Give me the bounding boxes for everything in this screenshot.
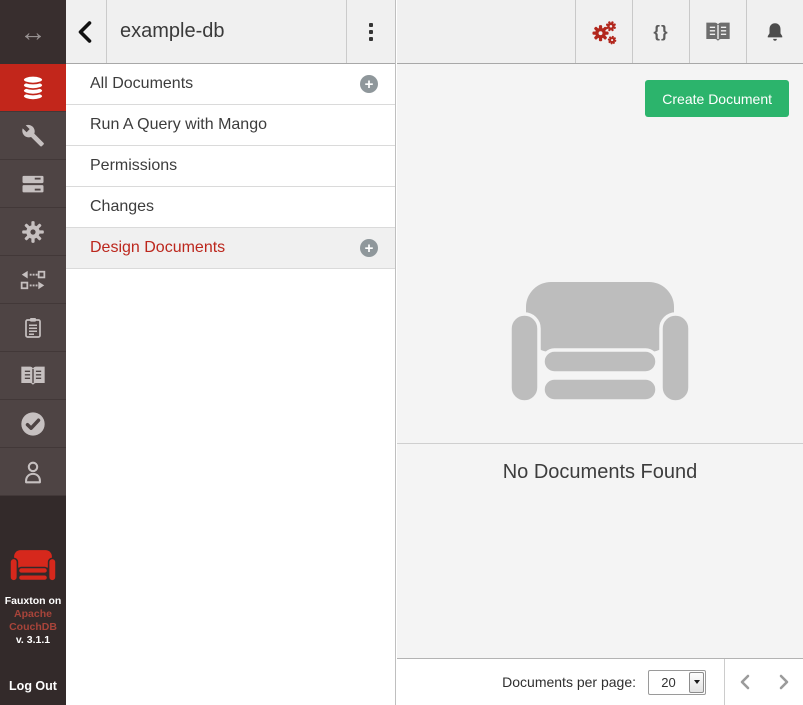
database-options-button[interactable]: [347, 0, 395, 63]
plus-icon: +: [365, 241, 374, 256]
kebab-menu-icon: [369, 37, 373, 41]
docs-book-icon: [704, 20, 732, 44]
nav-item-label: Run A Query with Mango: [90, 116, 267, 134]
nav-item-permissions[interactable]: Permissions: [66, 146, 395, 187]
next-page-button[interactable]: [764, 659, 803, 705]
create-document-button[interactable]: Create Document: [645, 80, 789, 117]
sidebar-item-account[interactable]: [0, 448, 66, 496]
wrench-icon: [20, 123, 46, 149]
per-page-select[interactable]: 20: [648, 670, 706, 695]
chevron-left-icon: [75, 20, 97, 44]
main-panel: {} Create Document: [397, 0, 803, 705]
brand-version: v. 3.1.1: [16, 634, 50, 647]
json-braces-icon: {}: [653, 22, 668, 42]
replication-icon: [20, 268, 46, 292]
couch-icon: [510, 282, 690, 402]
primary-sidebar: ↔: [0, 0, 66, 705]
per-page-value: 20: [649, 671, 688, 694]
nav-item-label: Design Documents: [90, 239, 225, 257]
sidebar-item-configuration[interactable]: [0, 208, 66, 256]
nav-item-label: All Documents: [90, 75, 193, 93]
cluster-settings-button[interactable]: [575, 0, 632, 63]
plus-icon: +: [365, 77, 374, 92]
main-header: {}: [397, 0, 803, 64]
nav-item-mango-query[interactable]: Run A Query with Mango: [66, 105, 395, 146]
database-icon: [19, 74, 47, 102]
pagination-footer: Documents per page: 20: [397, 658, 803, 705]
brand-apache: Apache: [14, 608, 52, 621]
nav-item-changes[interactable]: Changes: [66, 187, 395, 228]
sidebar-collapse-button[interactable]: ↔: [0, 0, 66, 64]
previous-page-button[interactable]: [725, 659, 764, 705]
per-page-label: Documents per page:: [502, 674, 636, 690]
sidebar-item-setup[interactable]: [0, 112, 66, 160]
database-title: example-db: [107, 0, 346, 63]
select-dropdown-button[interactable]: [689, 672, 704, 693]
sidebar-brand-area: Fauxton on Apache CouchDB v. 3.1.1 Log O…: [0, 496, 66, 705]
add-design-document-button[interactable]: +: [360, 239, 378, 257]
nav-item-label: Permissions: [90, 157, 177, 175]
chevron-left-icon: [738, 673, 752, 691]
nav-item-label: Changes: [90, 198, 154, 216]
couchdb-logo-icon: [10, 550, 56, 581]
caret-down-icon: [694, 680, 700, 684]
sidebar-item-replication[interactable]: [0, 256, 66, 304]
nav-item-design-documents[interactable]: Design Documents +: [66, 228, 395, 269]
documents-content-area: Create Document No Documents Found: [397, 64, 803, 658]
servers-icon: [19, 170, 47, 198]
gear-icon: [20, 219, 46, 245]
documentation-button[interactable]: [689, 0, 746, 63]
notifications-button[interactable]: [746, 0, 803, 63]
gears-icon: [589, 18, 619, 46]
clipboard-icon: [21, 315, 45, 341]
user-icon: [20, 459, 46, 485]
empty-state-message: No Documents Found: [397, 461, 803, 484]
sidebar-item-verify[interactable]: [0, 400, 66, 448]
brand-couchdb: CouchDB: [9, 621, 57, 634]
logout-button[interactable]: Log Out: [9, 679, 57, 693]
empty-state-illustration: [510, 282, 690, 407]
kebab-menu-icon: [369, 30, 373, 34]
json-view-button[interactable]: {}: [632, 0, 689, 63]
content-divider: [397, 443, 803, 444]
brand-fauxton-on: Fauxton on: [5, 595, 62, 608]
back-button[interactable]: [66, 0, 106, 63]
database-header: example-db: [66, 0, 395, 64]
fauxton-app: ↔: [0, 0, 803, 705]
chevron-right-icon: [777, 673, 791, 691]
sidebar-item-documentation[interactable]: [0, 352, 66, 400]
database-nav-panel: example-db All Documents + Run A Query w…: [66, 0, 396, 705]
add-document-button[interactable]: +: [360, 75, 378, 93]
sidebar-item-databases[interactable]: [0, 64, 66, 112]
database-nav-list: All Documents + Run A Query with Mango P…: [66, 64, 395, 269]
notifications-bell-icon: [764, 20, 786, 44]
sidebar-item-clipboard[interactable]: [0, 304, 66, 352]
resize-arrows-icon: ↔: [20, 19, 47, 46]
book-icon: [19, 364, 47, 388]
sidebar-item-active-tasks[interactable]: [0, 160, 66, 208]
kebab-menu-icon: [369, 23, 373, 27]
nav-item-all-documents[interactable]: All Documents +: [66, 64, 395, 105]
header-spacer: [397, 0, 575, 63]
verify-check-icon: [19, 410, 47, 438]
